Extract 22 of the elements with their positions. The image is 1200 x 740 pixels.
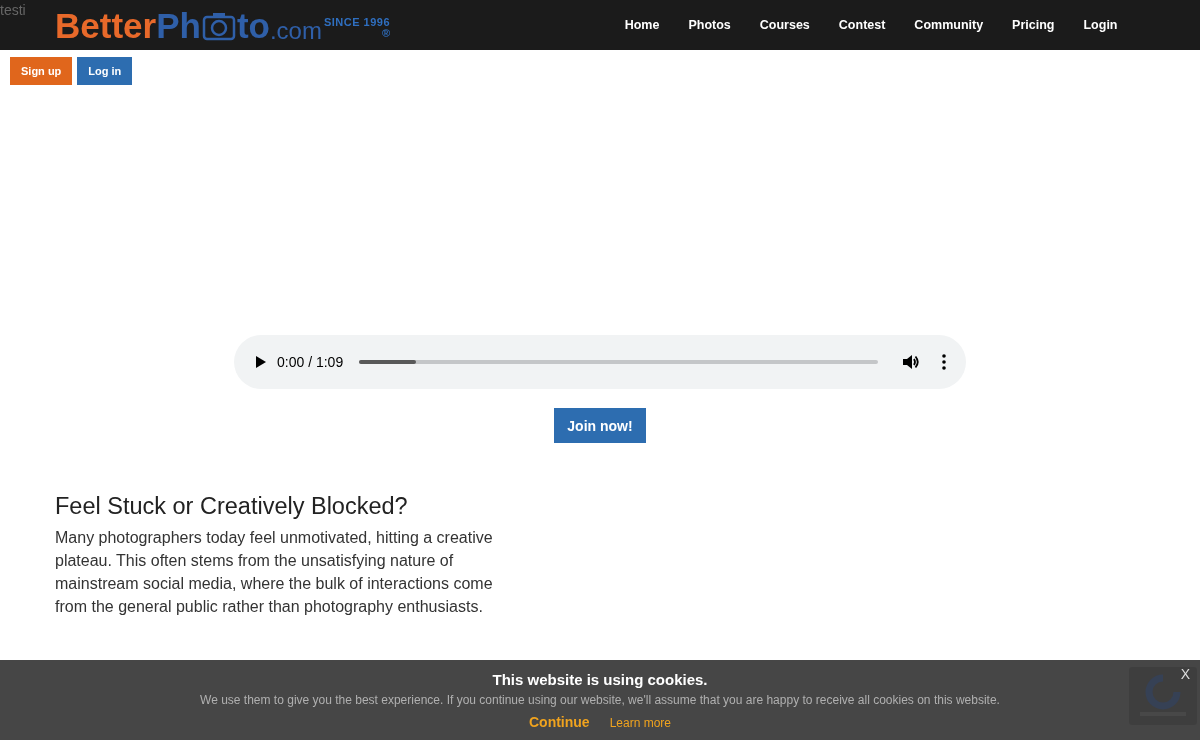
- nav-link[interactable]: Pricing: [997, 18, 1069, 32]
- login-button[interactable]: Log in: [77, 57, 133, 85]
- volume-icon[interactable]: [902, 354, 920, 370]
- nav-link[interactable]: Contest: [824, 18, 900, 32]
- corner-text: testi: [0, 2, 26, 18]
- close-button[interactable]: X: [1180, 666, 1190, 682]
- cookie-title: This website is using cookies.: [492, 671, 708, 688]
- section-heading: Feel Stuck or Creatively Blocked?: [55, 493, 409, 520]
- nav-link[interactable]: Home: [610, 18, 674, 32]
- nav-link[interactable]: Courses: [745, 18, 825, 32]
- time-display: 0:00 / 1:09: [277, 354, 344, 370]
- nav-link[interactable]: Community: [899, 18, 998, 32]
- play-icon[interactable]: [255, 355, 267, 369]
- nav-link[interactable]: Login: [1069, 18, 1132, 32]
- nav-link[interactable]: Photos: [673, 18, 746, 32]
- seek-bar[interactable]: [359, 360, 878, 364]
- section-paragraph: Many photographers today feel unmotivated, hitting a creative plateau. This often stems from the unsatisfying nature of mainstream social media, where the bulk of interactions come from the general public rather than photography enthusiasts.: [55, 528, 494, 617]
- continue-link[interactable]: Continue: [529, 714, 590, 730]
- join-button[interactable]: Join now!: [554, 408, 646, 443]
- more-options-icon[interactable]: [942, 354, 946, 370]
- learn-more-link[interactable]: Learn more: [609, 716, 671, 730]
- cookie-message: We use them to give you the best experience. If you continue using our website, we'll assume that you are happy to receive all cookies on this website.: [200, 693, 1000, 707]
